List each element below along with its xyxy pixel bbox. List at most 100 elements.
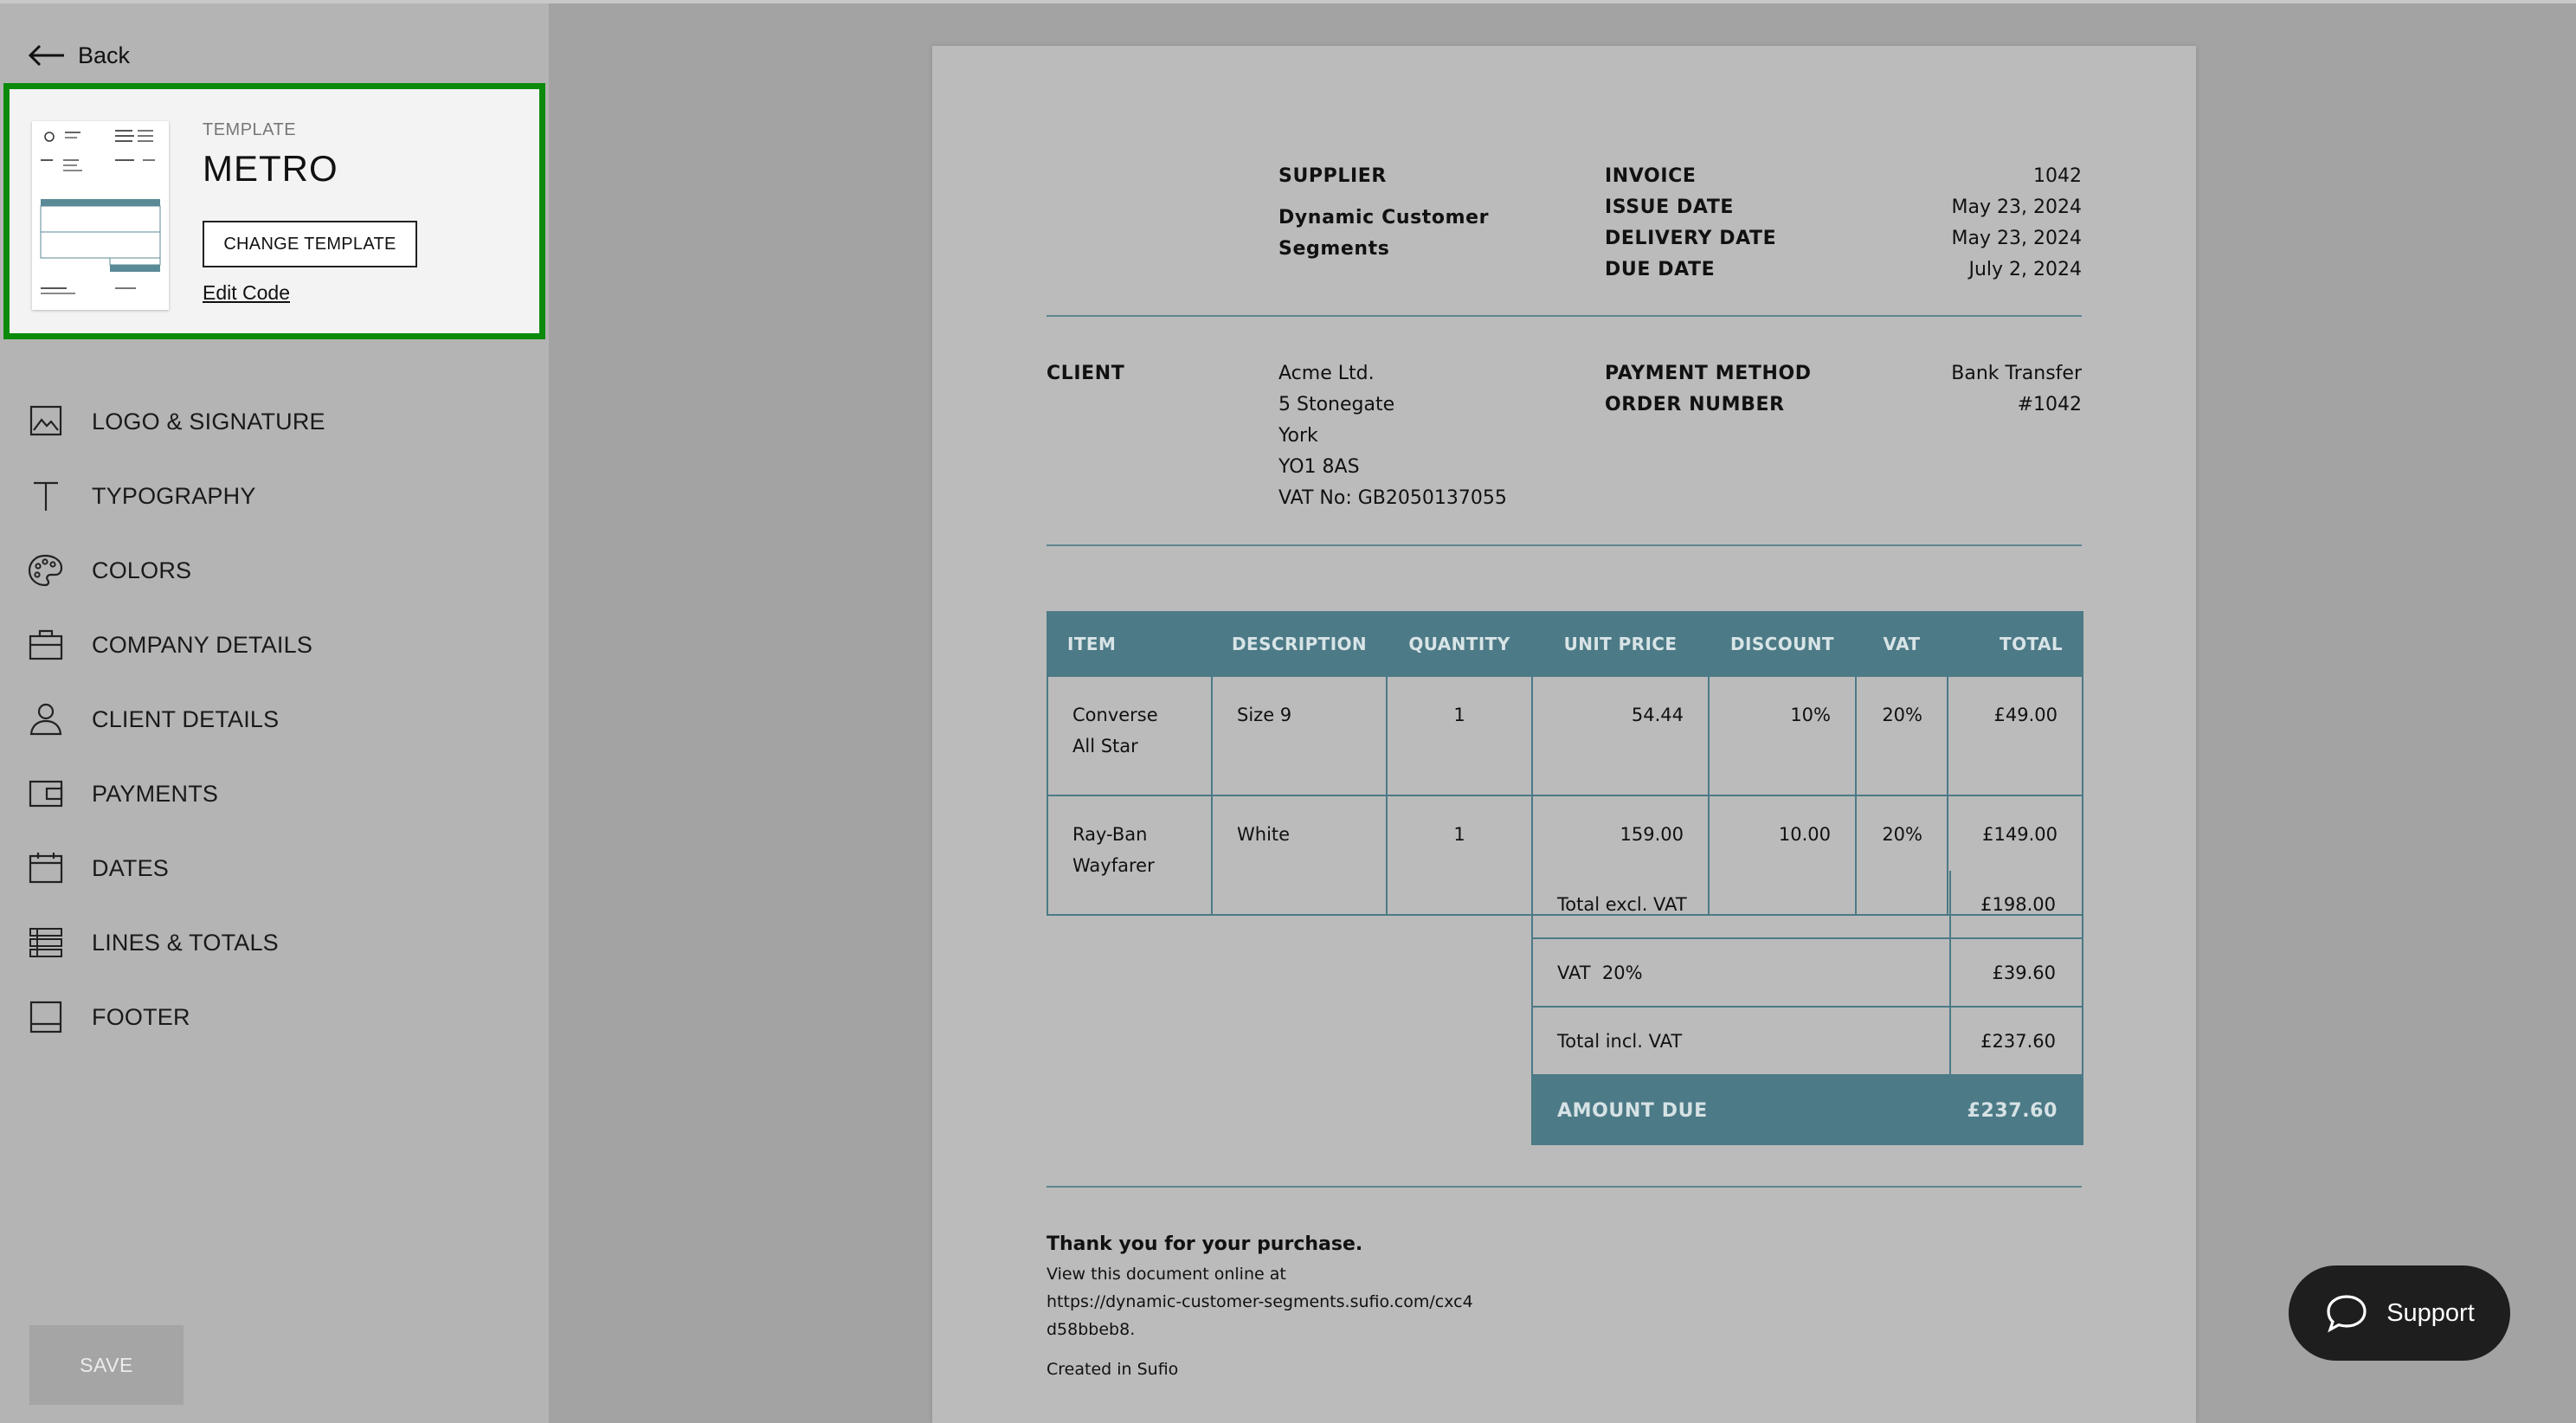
menu-item-footer[interactable]: FOOTER [26, 995, 190, 1039]
save-button[interactable]: SAVE [29, 1325, 184, 1405]
order-number-value: #1042 [2017, 394, 2082, 415]
issue-date-value: May 23, 2024 [1951, 196, 2082, 218]
table-header-row: ITEM DESCRIPTION QUANTITY UNIT PRICE DIS… [1046, 611, 2083, 677]
payment-method-label: PAYMENT METHOD [1605, 363, 1812, 384]
column-header: DISCOUNT [1708, 611, 1857, 677]
due-date-value: July 2, 2024 [1968, 259, 2082, 280]
amount-due-label: AMOUNT DUE [1557, 1099, 1708, 1122]
column-header: UNIT PRICE [1531, 611, 1710, 677]
divider [1046, 1186, 2082, 1188]
total-label: Total excl. VAT [1533, 871, 1951, 937]
menu-item-company-details[interactable]: COMPANY DETAILS [26, 623, 312, 666]
menu-label: COLORS [92, 557, 192, 583]
created-in-text: Created in Sufio [1046, 1360, 1179, 1379]
unit-price-cell: 54.44 [1531, 675, 1710, 796]
client-label: CLIENT [1046, 363, 1125, 384]
menu-label: CLIENT DETAILS [92, 705, 280, 732]
menu-item-dates[interactable]: DATES [26, 847, 169, 890]
item-cell: Ray-Ban Wayfarer [1046, 795, 1213, 916]
menu-item-colors[interactable]: COLORS [26, 549, 191, 592]
invoice-document: SUPPLIER Dynamic Customer Segments INVOI… [932, 46, 2196, 1423]
menu-label: FOOTER [92, 1003, 190, 1030]
image-icon [29, 405, 62, 436]
back-button[interactable]: Back [28, 36, 130, 74]
menu-item-payments[interactable]: PAYMENTS [26, 772, 218, 815]
chat-bubble-icon [2327, 1295, 2367, 1333]
menu-item-client-details[interactable]: CLIENT DETAILS [26, 698, 279, 741]
item-name-line2: Wayfarer [1072, 855, 1155, 876]
client-line: York [1278, 425, 1318, 447]
column-header: DESCRIPTION [1211, 611, 1388, 677]
template-preview-icon [40, 130, 161, 294]
footer-line: View this document online at [1046, 1265, 1286, 1284]
invoice-number-label: INVOICE [1605, 165, 1697, 187]
table-row: Converse All Star Size 9 1 54.44 10% 20% … [1046, 675, 2083, 796]
arrow-left-icon [28, 44, 64, 67]
delivery-date-value: May 23, 2024 [1951, 228, 2082, 249]
quantity-cell: 1 [1386, 795, 1533, 916]
total-value: £198.00 [1980, 893, 2056, 915]
client-line: YO1 8AS [1278, 456, 1360, 478]
total-label: Total incl. VAT [1533, 1008, 1951, 1074]
briefcase-icon [29, 629, 63, 660]
order-number-label: ORDER NUMBER [1605, 394, 1785, 415]
back-label: Back [78, 42, 131, 68]
vat-cell: 20% [1855, 675, 1948, 796]
delivery-date-label: DELIVERY DATE [1605, 228, 1777, 249]
menu-item-lines-totals[interactable]: LINES & TOTALS [26, 921, 279, 964]
supplier-name-line2: Segments [1278, 238, 1390, 260]
vat-row: VAT 20% £39.60 [1531, 939, 2083, 1008]
item-cell: Converse All Star [1046, 675, 1213, 796]
column-header: TOTAL [1947, 611, 2083, 677]
total-value: £39.60 [1992, 962, 2056, 983]
calendar-icon [29, 853, 63, 884]
list-icon [29, 928, 62, 957]
payment-method-value: Bank Transfer [1951, 363, 2082, 384]
discount-cell: 10% [1708, 675, 1857, 796]
item-name-line1: Converse [1072, 705, 1158, 725]
total-label: VAT 20% [1533, 939, 1951, 1006]
template-caption: TEMPLATE [203, 120, 297, 139]
document-url-end: d58bbeb8. [1046, 1320, 1136, 1339]
edit-code-link[interactable]: Edit Code [203, 281, 290, 305]
menu-label: TYPOGRAPHY [92, 482, 256, 509]
support-button[interactable]: Support [2289, 1265, 2510, 1361]
divider [1046, 544, 2082, 546]
divider [1046, 315, 2082, 317]
support-label: Support [2386, 1298, 2475, 1327]
description-cell: Size 9 [1211, 675, 1388, 796]
template-name: METRO [203, 148, 338, 189]
total-excl-vat-row: Total excl. VAT £198.00 [1531, 871, 2083, 939]
text-icon [34, 481, 58, 511]
total-incl-vat-row: Total incl. VAT £237.60 [1531, 1008, 2083, 1076]
change-template-button[interactable]: CHANGE TEMPLATE [203, 221, 417, 267]
person-icon [29, 703, 62, 736]
column-header: VAT [1855, 611, 1948, 677]
amount-due-value: £237.60 [1967, 1099, 2058, 1122]
item-name-line2: All Star [1072, 736, 1138, 757]
document-url[interactable]: https://dynamic-customer-segments.sufio.… [1046, 1292, 1473, 1311]
wallet-icon [29, 780, 63, 808]
menu-label: PAYMENTS [92, 780, 219, 807]
menu-label: DATES [92, 854, 170, 881]
palette-icon [28, 554, 63, 587]
quantity-cell: 1 [1386, 675, 1533, 796]
invoice-number-value: 1042 [2033, 165, 2082, 187]
column-header: QUANTITY [1386, 611, 1533, 677]
menu-item-typography[interactable]: TYPOGRAPHY [26, 474, 256, 518]
menu-item-logo-signature[interactable]: LOGO & SIGNATURE [26, 400, 325, 443]
menu-label: LINES & TOTALS [92, 929, 279, 956]
description-cell: White [1211, 795, 1388, 916]
supplier-name-line1: Dynamic Customer [1278, 207, 1490, 229]
client-line: Acme Ltd. [1278, 363, 1375, 384]
sidebar: Back TEMPLATE METRO CHANGE TEMPLATE Edit… [0, 3, 549, 1423]
column-header: ITEM [1046, 611, 1213, 677]
thank-you-text: Thank you for your purchase. [1046, 1233, 1363, 1255]
supplier-label: SUPPLIER [1278, 165, 1387, 187]
template-thumbnail[interactable] [32, 121, 169, 310]
amount-due-row: AMOUNT DUE £237.60 [1531, 1076, 2083, 1145]
client-line: 5 Stonegate [1278, 394, 1395, 415]
menu-label: LOGO & SIGNATURE [92, 408, 325, 435]
footer-icon [29, 1001, 62, 1033]
issue-date-label: ISSUE DATE [1605, 196, 1735, 218]
